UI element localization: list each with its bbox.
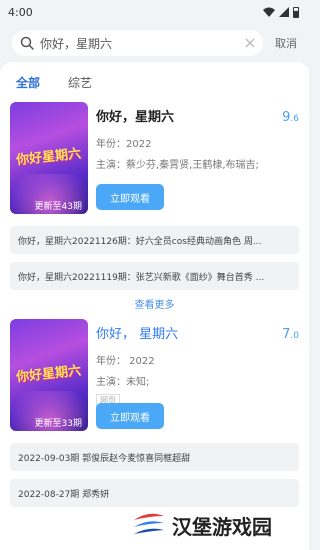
status-icons [263,6,299,18]
poster-image[interactable]: 你好星期六 更新至43期 [10,102,88,214]
result-info: 你好，星期六 9.6 年份：2022 主演：蔡少芬,秦霄贤,王鹤棣,布瑞吉; 立… [96,102,299,216]
cast: 主演：蔡少芬,秦霄贤,王鹤棣,布瑞吉; [96,160,259,171]
poster-image[interactable]: 你好星期六 更新至33期 [10,319,88,431]
result-card[interactable]: 你好星期六 更新至33期 你好， 星期六 7.0 年份： 2022 主演：未知;… [0,319,309,433]
year: 年份：2022 [96,139,152,150]
clear-icon[interactable] [245,38,255,48]
result-card[interactable]: 你好星期六 更新至43期 你好，星期六 9.6 年份：2022 主演：蔡少芬,秦… [0,102,309,216]
update-badge: 更新至43期 [34,202,82,212]
results-panel: 全部 综艺 你好星期六 更新至43期 你好，星期六 9.6 年份：2022 主演… [0,62,309,550]
update-badge: 更新至33期 [34,419,82,429]
result-title[interactable]: 你好， 星期六 [96,323,178,342]
poster-logo: 你好星期六 [15,146,82,169]
watermark: 汉堡游戏园 [132,500,309,550]
search-input[interactable]: 你好，星期六 [40,35,239,52]
poster-logo: 你好星期六 [15,363,82,386]
episode-item[interactable]: 2022-09-03期 郭俊辰赵今麦惊喜同框超甜 [10,443,299,471]
status-time: 4:00 [8,5,33,19]
watermark-text: 汉堡游戏园 [172,514,272,539]
wifi-icon [263,7,275,17]
watermark-logo-icon [134,513,164,534]
tab-all[interactable]: 全部 [16,74,40,91]
status-bar: 4:00 [0,0,309,24]
search-icon [20,36,34,50]
year: 年份： 2022 [96,356,155,367]
episode-item[interactable]: 你好，星期六20221126期：好六全员cos经典动画角色 周... [10,226,299,254]
view-more-link[interactable]: 查看更多 [0,296,309,311]
score: 9.6 [282,110,299,125]
search-row: 你好，星期六 取消 [0,24,309,62]
result-info: 你好， 星期六 7.0 年份： 2022 主演：未知; 网页 立即观看 [96,319,299,433]
cancel-button[interactable]: 取消 [271,35,297,51]
battery-icon [293,6,299,18]
search-box[interactable]: 你好，星期六 [12,30,263,56]
result-title[interactable]: 你好，星期六 [96,106,174,125]
episode-item[interactable]: 你好，星期六20221119期：张艺兴新歌《面纱》舞台首秀 ... [10,262,299,290]
watch-now-button[interactable]: 立即观看 [96,184,164,210]
watch-now-button[interactable]: 立即观看 [96,403,164,429]
cast: 主演：未知; [96,377,150,388]
category-tabs: 全部 综艺 [0,62,309,102]
signal-icon [279,7,289,17]
tab-variety[interactable]: 综艺 [68,74,92,91]
score: 7.0 [282,327,299,342]
